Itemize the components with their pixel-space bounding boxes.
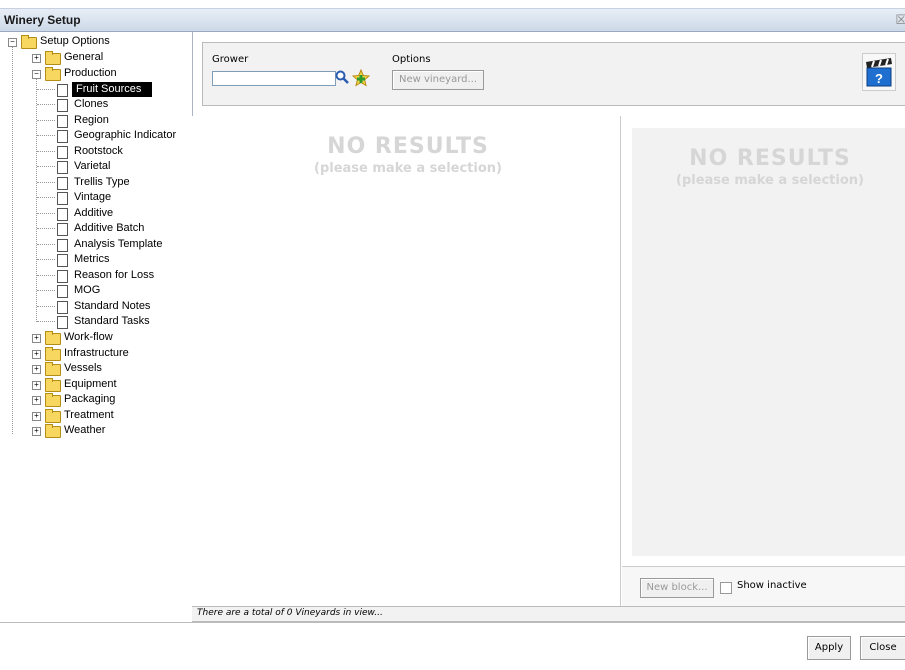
vineyards-list-pane — [192, 116, 621, 606]
tree-label: Production — [64, 67, 117, 79]
add-favorite-icon[interactable] — [351, 68, 371, 87]
blocks-results-area — [632, 128, 905, 556]
setup-options-tree: − Setup Options + General − Production F… — [8, 32, 193, 620]
dialog-footer — [0, 622, 905, 670]
tree-label: Work-flow — [64, 331, 113, 343]
tree-label: Region — [74, 114, 109, 126]
grower-input[interactable] — [212, 71, 336, 86]
tree-connector — [12, 42, 13, 434]
document-icon — [57, 285, 68, 298]
document-icon — [57, 254, 68, 267]
tree-label: Standard Tasks — [74, 315, 150, 327]
folder-icon — [45, 347, 61, 361]
document-icon — [57, 239, 68, 252]
no-results-hint: (please make a selection) — [676, 173, 864, 188]
show-inactive-checkbox[interactable] — [720, 582, 732, 594]
document-icon — [57, 177, 68, 190]
tree-label: Fruit Sources — [72, 82, 152, 97]
tree-label: MOG — [74, 284, 101, 296]
tree-label: Standard Notes — [74, 300, 151, 312]
status-bar: There are a total of 0 Vineyards in view… — [192, 606, 905, 622]
document-icon — [57, 99, 68, 112]
left-no-results: NO RESULTS (please make a selection) — [290, 134, 526, 176]
folder-open-icon — [21, 35, 37, 49]
tree-label: Setup Options — [40, 35, 110, 47]
search-icon[interactable] — [334, 69, 350, 85]
tree-label: Weather — [64, 424, 106, 436]
document-icon — [57, 316, 68, 329]
window-title: Winery Setup — [4, 13, 81, 27]
status-text: There are a total of 0 Vineyards in view… — [197, 608, 383, 618]
document-icon — [57, 301, 68, 314]
document-icon — [57, 161, 68, 174]
document-icon — [57, 84, 68, 97]
document-icon — [57, 223, 68, 236]
tree-label: Equipment — [64, 378, 117, 390]
tree-label: Reason for Loss — [74, 269, 155, 281]
document-icon — [57, 208, 68, 221]
folder-open-icon — [45, 67, 61, 81]
no-results-title: NO RESULTS — [689, 146, 851, 171]
show-inactive-label: Show inactive — [737, 580, 807, 591]
new-vineyard-button[interactable]: New vineyard... — [392, 70, 484, 90]
folder-icon — [45, 378, 61, 392]
tree-label: Treatment — [64, 409, 114, 421]
right-no-results: NO RESULTS (please make a selection) — [660, 146, 880, 188]
folder-icon — [45, 393, 61, 407]
folder-icon — [45, 51, 61, 65]
no-results-hint: (please make a selection) — [314, 161, 502, 176]
document-icon — [57, 115, 68, 128]
winery-setup-window: Winery Setup ☒ − Setup Options + General… — [0, 0, 905, 670]
tree-label: Vintage — [74, 191, 112, 203]
tree-label: Trellis Type — [74, 176, 130, 188]
new-block-button[interactable]: New block... — [640, 578, 714, 598]
tree-label: Additive — [74, 207, 114, 219]
tree-label: Metrics — [74, 253, 110, 265]
tree-label: Infrastructure — [64, 347, 129, 359]
tree-label: Vessels — [64, 362, 102, 374]
close-window-icon[interactable]: ☒ — [895, 12, 905, 28]
apply-button[interactable]: Apply — [807, 636, 851, 660]
document-icon — [57, 130, 68, 143]
options-label: Options — [392, 54, 431, 65]
no-results-title: NO RESULTS — [327, 134, 489, 159]
folder-icon — [45, 424, 61, 438]
document-icon — [57, 270, 68, 283]
tree-label: Geographic Indicator — [74, 129, 177, 141]
document-icon — [57, 146, 68, 159]
folder-icon — [45, 409, 61, 423]
tree-label: Clones — [74, 98, 109, 110]
help-clapperboard-icon[interactable]: ? — [862, 53, 896, 91]
tree-label: Additive Batch — [74, 222, 145, 234]
tree-label: Analysis Template — [74, 238, 163, 250]
folder-icon — [45, 362, 61, 376]
document-icon — [57, 192, 68, 205]
title-bar: Winery Setup ☒ — [0, 8, 905, 32]
tree-label: General — [64, 51, 104, 63]
tree-label: Packaging — [64, 393, 116, 405]
tree-label: Varietal — [74, 160, 111, 172]
folder-icon — [45, 331, 61, 345]
tree-connector — [36, 74, 37, 322]
tree-label: Rootstock — [74, 145, 123, 157]
svg-text:?: ? — [875, 71, 883, 86]
close-button[interactable]: Close — [860, 636, 905, 660]
grower-label: Grower — [212, 54, 249, 65]
